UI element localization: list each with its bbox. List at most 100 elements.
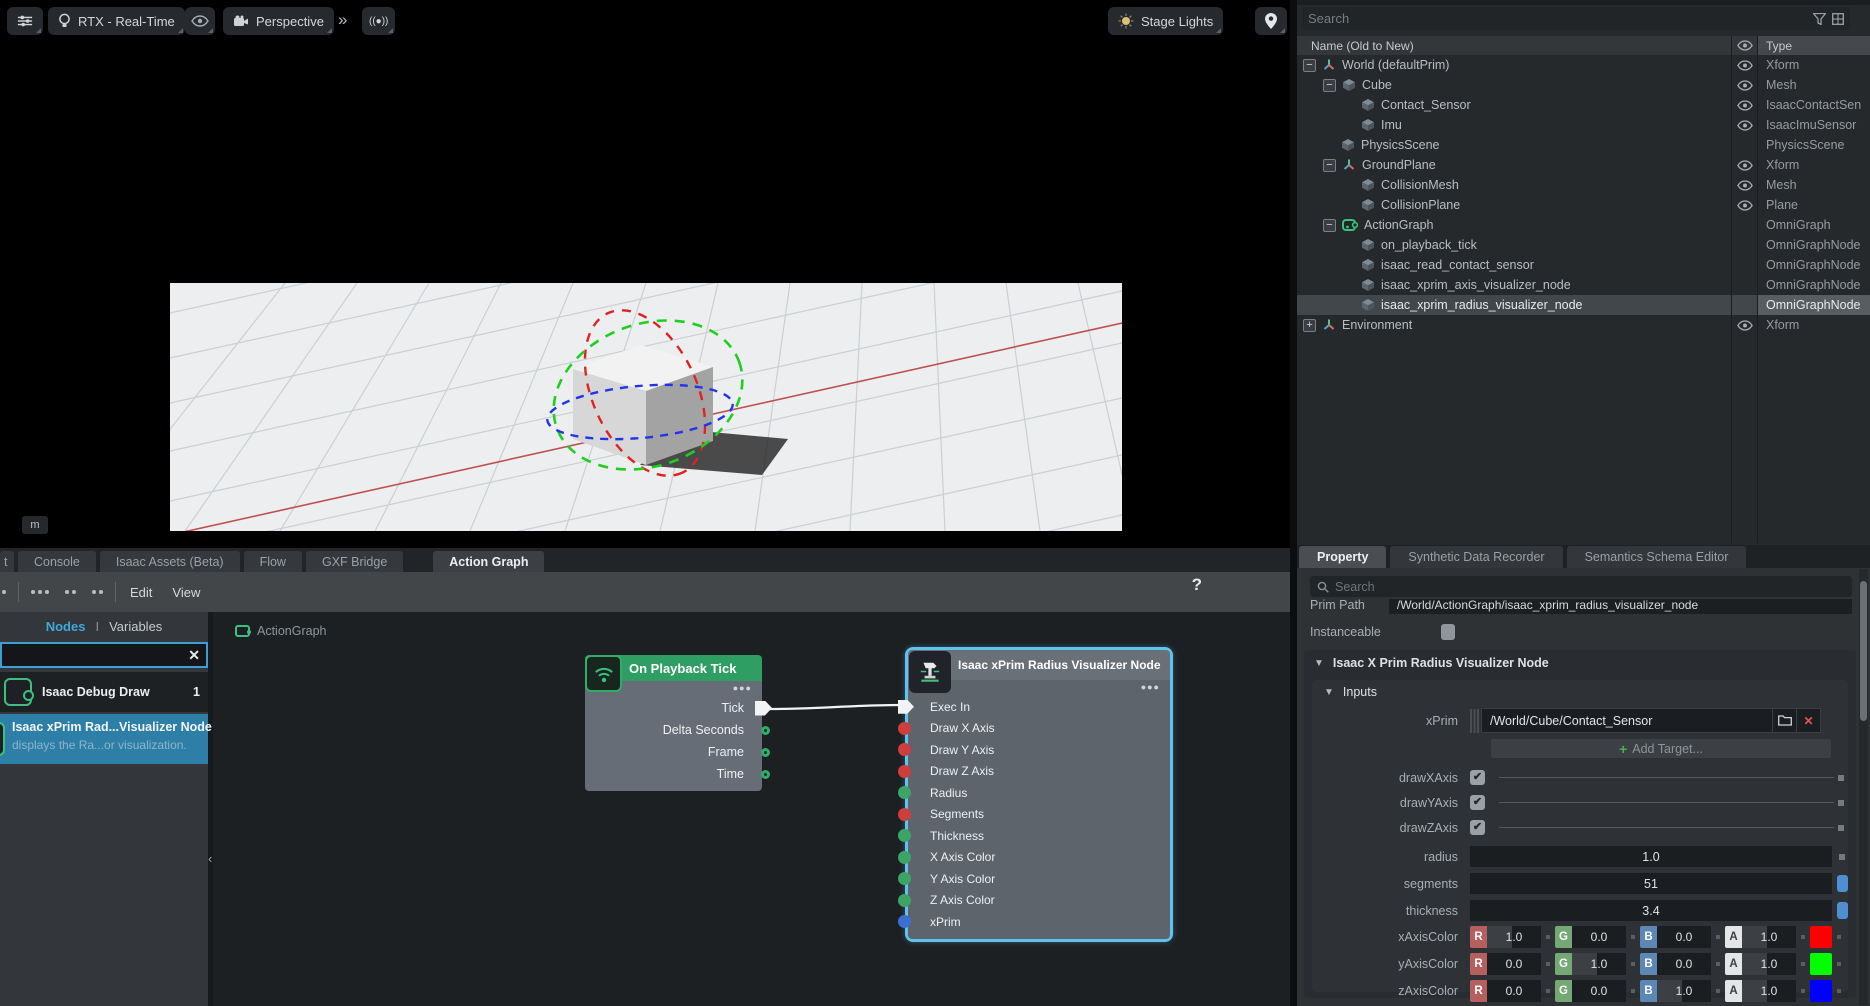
y-color-r-field[interactable]: 0.0: [1487, 953, 1541, 975]
toolbar-group-1[interactable]: [31, 590, 49, 594]
palette-tab-nodes[interactable]: Nodes: [46, 619, 86, 634]
stage-row-cube[interactable]: −Cube Mesh: [1297, 75, 1870, 95]
stage-search-bar[interactable]: [1302, 7, 1850, 30]
port-segments[interactable]: [898, 808, 911, 821]
x-color-a-field[interactable]: 1.0: [1742, 926, 1796, 948]
port-delta-seconds[interactable]: [761, 726, 770, 735]
visibility-eye-icon[interactable]: [1732, 180, 1758, 191]
property-scrollbar[interactable]: [1859, 569, 1868, 1005]
visibility-eye-icon[interactable]: [1732, 160, 1758, 171]
segments-field[interactable]: 51: [1470, 873, 1832, 894]
port-y-axis-color[interactable]: [898, 872, 911, 885]
input-port-row[interactable]: xPrim: [908, 911, 1170, 933]
section-header[interactable]: ▼ Isaac X Prim Radius Visualizer Node: [1304, 650, 1856, 676]
palette-search-input[interactable]: ✕: [0, 642, 208, 668]
toolbar-group-2[interactable]: [65, 590, 76, 594]
expand-toggle[interactable]: +: [1303, 319, 1316, 332]
filter-funnel-icon[interactable]: [1813, 13, 1826, 25]
column-visibility-eye-icon[interactable]: [1732, 40, 1758, 51]
tab-isaac-assets[interactable]: Isaac Assets (Beta): [100, 551, 240, 572]
folder-browse-button[interactable]: [1773, 708, 1797, 733]
z-color-b-field[interactable]: 1.0: [1657, 980, 1711, 1002]
port-radius[interactable]: [898, 786, 911, 799]
tab-synthetic-data-recorder[interactable]: Synthetic Data Recorder: [1390, 546, 1562, 568]
input-port-row[interactable]: X Axis Color: [908, 847, 1170, 869]
options-grid-icon[interactable]: [1832, 13, 1844, 25]
input-port-row[interactable]: Thickness: [908, 825, 1170, 847]
expand-toggle[interactable]: −: [1323, 79, 1336, 92]
exec-port-tick[interactable]: [755, 701, 772, 716]
help-button[interactable]: ?: [1192, 575, 1202, 595]
z-color-a-field[interactable]: 1.0: [1742, 980, 1796, 1002]
visibility-eye-icon[interactable]: [1732, 60, 1758, 71]
tab-action-graph[interactable]: Action Graph: [433, 551, 544, 572]
expand-toggle[interactable]: −: [1323, 219, 1336, 232]
port-z-axis-color[interactable]: [898, 894, 911, 907]
output-port-row[interactable]: Tick: [585, 697, 762, 719]
draw-x-axis-checkbox[interactable]: ✔: [1470, 770, 1485, 785]
column-type[interactable]: Type: [1758, 36, 1870, 55]
input-port-row[interactable]: Draw Z Axis: [908, 761, 1170, 783]
output-port-row[interactable]: Frame: [585, 741, 762, 763]
column-divider[interactable]: [1731, 36, 1732, 543]
y-color-b-field[interactable]: 0.0: [1657, 953, 1711, 975]
signal-button[interactable]: ((●)): [362, 7, 395, 35]
palette-tab-variables[interactable]: Variables: [109, 619, 162, 634]
input-port-row[interactable]: Draw Y Axis: [908, 739, 1170, 761]
palette-item-xprim-radius-visualizer[interactable]: Isaac xPrim Rad...Visualizer Node displa…: [0, 714, 208, 764]
stage-row-collisionplane[interactable]: CollisionPlane Plane: [1297, 195, 1870, 215]
expand-toggle[interactable]: −: [1323, 159, 1336, 172]
stage-row-world[interactable]: −World (defaultPrim) Xform: [1297, 55, 1870, 75]
prim-path-value[interactable]: /World/ActionGraph/isaac_xprim_radius_vi…: [1389, 599, 1852, 614]
node-isaac-xprim-radius-visualizer[interactable]: Isaac xPrim Radius Visualizer Node ●●● E…: [905, 647, 1173, 942]
tab-gxf-bridge[interactable]: GXF Bridge: [306, 551, 403, 572]
x-color-g-field[interactable]: 0.0: [1572, 926, 1626, 948]
stage-row-imu[interactable]: Imu IsaacImuSensor: [1297, 115, 1870, 135]
draw-z-axis-checkbox[interactable]: ✔: [1470, 820, 1485, 835]
column-divider[interactable]: [1757, 36, 1758, 543]
port-draw-y-axis[interactable]: [898, 743, 911, 756]
xprim-path-field[interactable]: /World/Cube/Contact_Sensor: [1481, 708, 1773, 733]
port-draw-z-axis[interactable]: [898, 765, 911, 778]
stage-row-on-playback-tick[interactable]: on_playback_tick OmniGraphNode: [1297, 235, 1870, 255]
exec-in-port[interactable]: [898, 700, 914, 714]
visibility-eye-icon[interactable]: [1732, 100, 1758, 111]
toolbar-group-3[interactable]: [92, 590, 103, 594]
renderer-button[interactable]: RTX - Real-Time: [48, 7, 185, 35]
thickness-field[interactable]: 3.4: [1470, 900, 1832, 921]
add-target-button[interactable]: + Add Target...: [1491, 739, 1831, 758]
x-color-b-field[interactable]: 0.0: [1657, 926, 1711, 948]
port-draw-x-axis[interactable]: [898, 722, 911, 735]
input-port-row[interactable]: Z Axis Color: [908, 890, 1170, 912]
visibility-eye-icon[interactable]: [1732, 80, 1758, 91]
panel-divider[interactable]: [1290, 0, 1297, 1006]
draw-y-axis-checkbox[interactable]: ✔: [1470, 795, 1485, 810]
stage-row-physicsscene[interactable]: PhysicsScene PhysicsScene: [1297, 135, 1870, 155]
stage-search-input[interactable]: [1308, 11, 1813, 26]
action-graph-canvas[interactable]: ActionGraph On Playback Tick ●●● Tick De…: [213, 612, 1290, 1006]
radius-field[interactable]: 1.0: [1470, 846, 1832, 867]
output-port-row[interactable]: Time: [585, 763, 762, 785]
port-frame[interactable]: [761, 748, 770, 757]
y-axis-color-swatch[interactable]: [1810, 953, 1832, 975]
drag-handle[interactable]: [1470, 709, 1479, 733]
stage-lights-button[interactable]: Stage Lights: [1108, 7, 1223, 35]
collapse-triangle-icon[interactable]: ▼: [1314, 658, 1324, 669]
port-x-axis-color[interactable]: [898, 851, 911, 864]
x-axis-color-swatch[interactable]: [1810, 926, 1832, 948]
tab-semantics-schema-editor[interactable]: Semantics Schema Editor: [1567, 546, 1747, 568]
input-port-row[interactable]: Y Axis Color: [908, 868, 1170, 890]
port-time[interactable]: [761, 770, 770, 779]
tab-flow[interactable]: Flow: [244, 551, 302, 572]
clear-target-button[interactable]: ✕: [1797, 708, 1821, 733]
default-indicator[interactable]: [1837, 902, 1848, 919]
inputs-header[interactable]: ▼ Inputs: [1312, 680, 1848, 704]
toolbar-dot[interactable]: [2, 590, 6, 594]
visibility-button[interactable]: [185, 7, 215, 35]
menu-edit[interactable]: Edit: [120, 585, 162, 600]
input-port-row[interactable]: Segments: [908, 804, 1170, 826]
collapse-triangle-icon[interactable]: ▼: [1324, 687, 1334, 698]
visibility-eye-icon[interactable]: [1732, 120, 1758, 131]
port-thickness[interactable]: [898, 829, 911, 842]
stage-row-collisionmesh[interactable]: CollisionMesh Mesh: [1297, 175, 1870, 195]
